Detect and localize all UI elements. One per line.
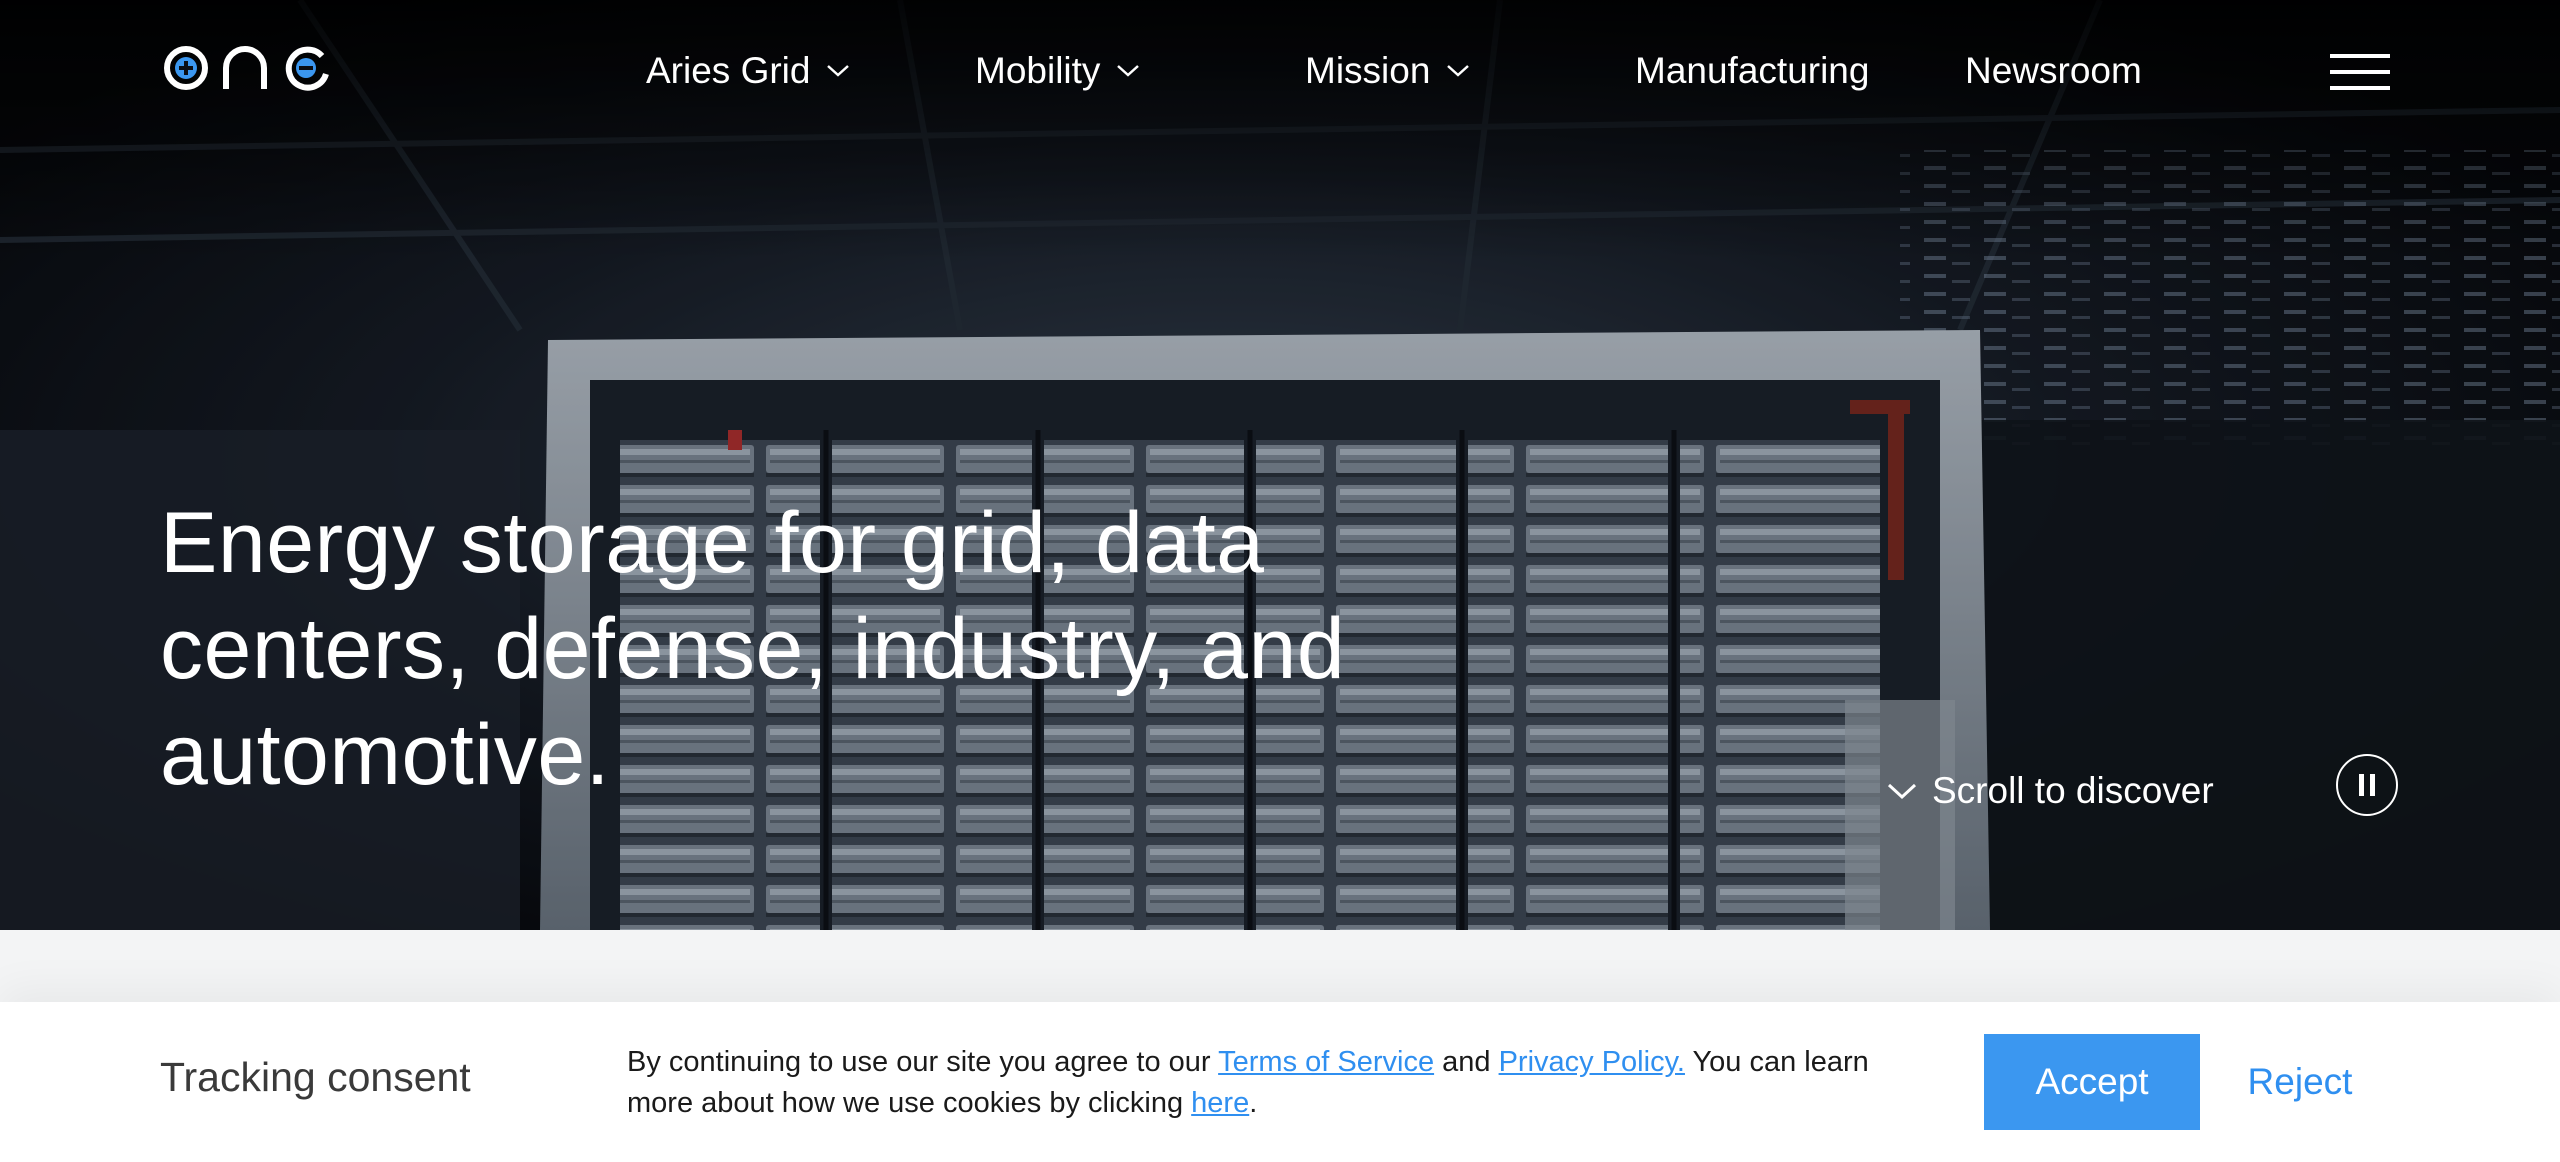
hamburger-icon <box>2330 54 2390 58</box>
hamburger-icon-bar <box>2330 70 2390 74</box>
video-pause-button[interactable] <box>2336 754 2398 816</box>
nav-item-mission[interactable]: Mission <box>1305 46 1470 96</box>
nav-item-label: Manufacturing <box>1635 50 1870 91</box>
consent-text-intro: By continuing to use our site you agree … <box>627 1046 1219 1078</box>
consent-text: By continuing to use our site you agree … <box>627 1042 1877 1124</box>
terms-of-service-link[interactable]: Terms of Service <box>1218 1046 1434 1078</box>
chevron-down-icon <box>1447 65 1470 77</box>
consent-title: Tracking consent <box>160 1054 471 1100</box>
privacy-policy-link[interactable]: Privacy Policy. <box>1499 1046 1685 1078</box>
pause-icon <box>2359 774 2375 796</box>
nav-item-label: Newsroom <box>1965 50 2142 91</box>
scroll-to-discover-label: Scroll to discover <box>1932 770 2214 811</box>
nav-item-label: Mobility <box>975 50 1101 91</box>
hero-headline: Energy storage for grid, data centers, d… <box>160 495 1346 803</box>
chevron-down-icon <box>1887 783 1917 800</box>
nav-item-label: Mission <box>1305 50 1431 91</box>
tracking-consent-banner: Tracking consent By continuing to use ou… <box>0 1002 2560 1162</box>
consent-text-and: and <box>1434 1046 1499 1078</box>
nav-item-label: Aries Grid <box>646 50 811 91</box>
one-logo[interactable] <box>164 44 334 92</box>
cookies-here-link[interactable]: here <box>1191 1087 1249 1119</box>
chevron-down-icon <box>827 65 850 77</box>
top-navigation: Aries Grid Mobility Mission Manufacturin… <box>0 0 2560 145</box>
nav-item-newsroom[interactable]: Newsroom <box>1965 46 2142 96</box>
nav-item-mobility[interactable]: Mobility <box>975 46 1140 96</box>
hamburger-icon-bar <box>2330 86 2390 90</box>
hamburger-menu-button[interactable] <box>2330 54 2390 90</box>
chevron-down-icon <box>1117 65 1140 77</box>
consent-text-end: . <box>1249 1087 1258 1119</box>
nav-item-manufacturing[interactable]: Manufacturing <box>1635 46 1869 96</box>
scroll-to-discover-link[interactable]: Scroll to discover <box>1886 766 2214 816</box>
reject-button[interactable]: Reject <box>2220 1034 2380 1130</box>
accept-button[interactable]: Accept <box>1984 1034 2200 1130</box>
nav-item-aries-grid[interactable]: Aries Grid <box>646 46 850 96</box>
